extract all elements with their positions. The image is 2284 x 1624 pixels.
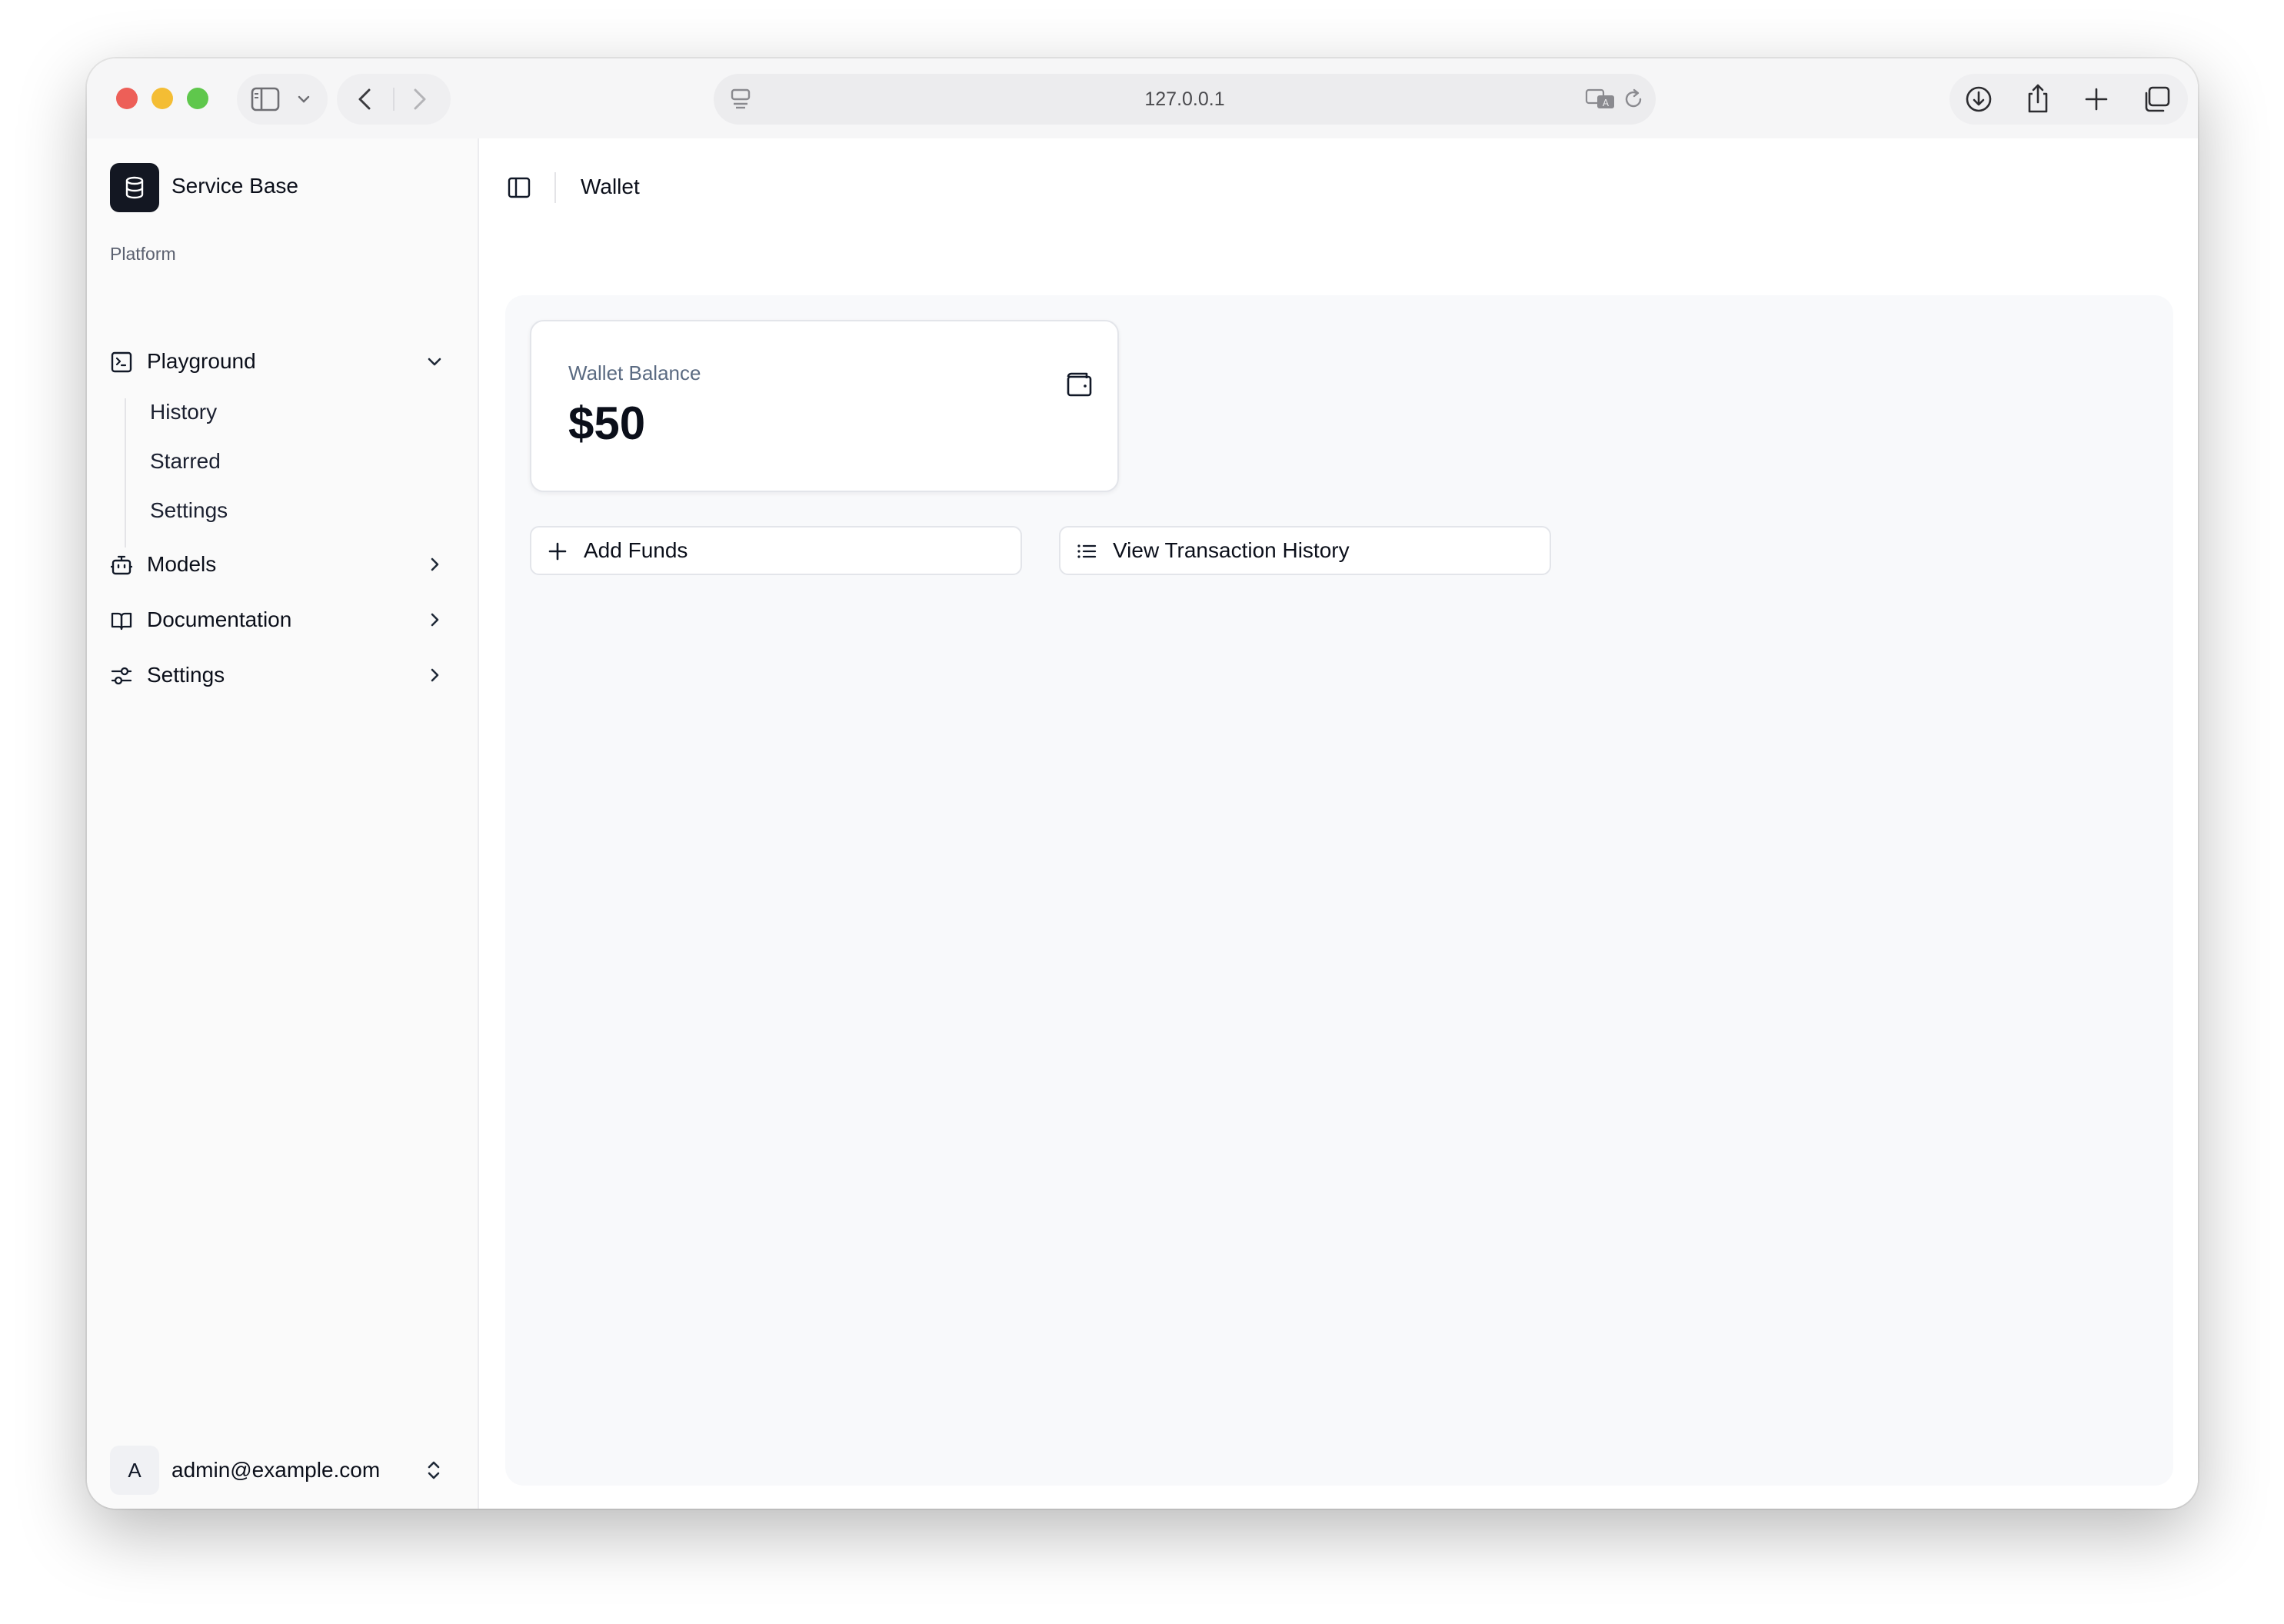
translate-icon[interactable]: A: [1585, 88, 1616, 111]
sidebar-item-label: Documentation: [147, 607, 292, 631]
forward-icon[interactable]: [408, 87, 431, 111]
sidebar-subitem-history[interactable]: History: [133, 392, 456, 432]
view-history-label: View Transaction History: [1113, 538, 1350, 562]
browser-titlebar: 127.0.0.1 A: [87, 58, 2198, 138]
new-tab-icon[interactable]: [2083, 86, 2109, 112]
sidebar-subitem-settings[interactable]: Settings: [133, 491, 456, 531]
history-nav-group: [337, 74, 451, 125]
balance-label: Wallet Balance: [568, 361, 701, 384]
share-icon[interactable]: [2025, 83, 2051, 114]
wallet-balance-card: Wallet Balance $50: [530, 320, 1119, 492]
zoom-window-button[interactable]: [187, 88, 208, 109]
chevron-right-icon: [424, 554, 445, 575]
main-area: Wallet Wallet Balance $50 Add Funds View…: [481, 138, 2198, 1509]
sliders-icon: [110, 664, 133, 687]
terminal-square-icon: [110, 351, 133, 374]
minimize-window-button[interactable]: [151, 88, 173, 109]
sidebar-item-label: Settings: [147, 663, 225, 687]
add-funds-label: Add Funds: [584, 538, 688, 562]
content-panel: Wallet Balance $50 Add Funds View Transa…: [505, 295, 2173, 1486]
app-sidebar: Service Base Platform Playground History…: [87, 138, 479, 1509]
download-icon[interactable]: [1965, 85, 1993, 113]
user-menu-button[interactable]: A admin@example.com: [102, 1443, 464, 1498]
back-icon[interactable]: [354, 87, 377, 111]
sidebar-subitem-starred[interactable]: Starred: [133, 441, 456, 481]
svg-text:A: A: [1603, 98, 1610, 108]
database-icon: [125, 176, 144, 199]
sidebar-item-label: Models: [147, 552, 217, 576]
avatar: A: [110, 1446, 159, 1495]
section-label-platform: Platform: [110, 244, 176, 264]
sidebar-item-playground[interactable]: Playground: [102, 340, 464, 383]
balance-value: $50: [568, 398, 646, 449]
user-email: admin@example.com: [171, 1458, 381, 1482]
sidebar-toggle-group: [237, 74, 328, 125]
chevron-down-icon: [424, 351, 445, 372]
plus-icon: [547, 541, 568, 562]
browser-window: 127.0.0.1 A Service Base Platform Playgr…: [87, 58, 2198, 1509]
sidebar-item-documentation[interactable]: Documentation: [102, 598, 464, 641]
brand-logo[interactable]: [110, 163, 159, 212]
close-window-button[interactable]: [116, 88, 138, 109]
toolbar-actions-group: [1949, 74, 2188, 125]
url-text: 127.0.0.1: [1144, 88, 1225, 110]
divider: [554, 172, 556, 203]
sidebar-item-models[interactable]: Models: [102, 543, 464, 586]
address-bar[interactable]: 127.0.0.1 A: [714, 74, 1656, 125]
book-open-icon: [110, 609, 133, 632]
panel-left-icon[interactable]: [507, 175, 531, 200]
chevrons-up-down-icon: [422, 1458, 445, 1483]
sidebar-item-label: Playground: [147, 349, 256, 373]
chevron-right-icon: [424, 609, 445, 631]
list-icon: [1076, 541, 1097, 562]
bot-icon: [110, 554, 133, 577]
brand-name[interactable]: Service Base: [171, 174, 298, 198]
submenu-rail: [125, 398, 126, 547]
tab-overview-icon[interactable]: [2142, 85, 2171, 113]
breadcrumb: Wallet: [581, 175, 640, 198]
reload-icon[interactable]: [1622, 88, 1645, 111]
wallet-icon: [1064, 369, 1094, 400]
chevron-right-icon: [424, 664, 445, 686]
view-transaction-history-button[interactable]: View Transaction History: [1059, 526, 1551, 575]
sidebar-item-settings[interactable]: Settings: [102, 654, 464, 697]
browser-sidebar-icon[interactable]: [251, 86, 280, 112]
chevron-down-icon[interactable]: [297, 92, 311, 106]
add-funds-button[interactable]: Add Funds: [530, 526, 1022, 575]
